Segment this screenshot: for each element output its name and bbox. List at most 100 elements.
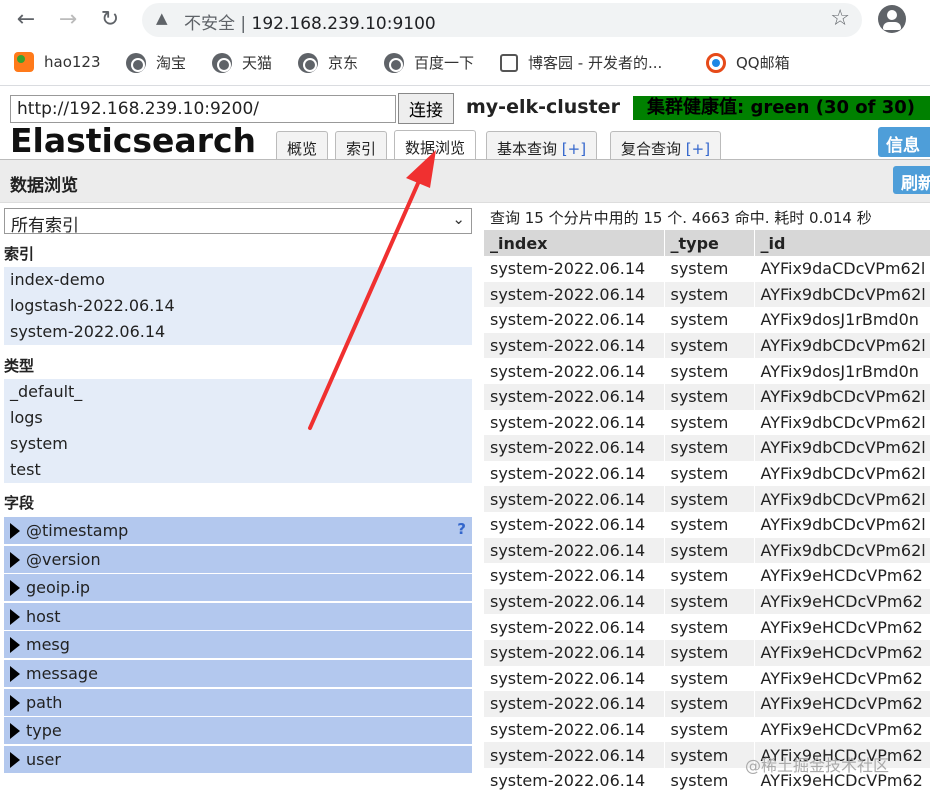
index-item[interactable]: system-2022.06.14 xyxy=(4,319,472,345)
table-row[interactable]: system-2022.06.14 system AYFix9eHCDcVPm62 xyxy=(484,716,930,743)
expand-triangle-icon[interactable] xyxy=(10,637,20,654)
bookmark-baidu[interactable]: 百度一下 xyxy=(384,52,474,73)
table-cell: AYFix9eHCDcVPm62 xyxy=(754,665,930,692)
refresh-button[interactable]: 刷新 xyxy=(893,166,930,194)
bookmark-star-icon[interactable]: ☆ xyxy=(830,6,850,31)
tab-indices[interactable]: 索引 xyxy=(335,131,388,159)
security-label: 不安全 xyxy=(184,14,235,34)
expand-triangle-icon[interactable] xyxy=(10,723,20,740)
reload-button[interactable]: ↻ xyxy=(96,6,124,34)
info-button[interactable]: 信息 xyxy=(878,127,930,157)
bookmark-qqmail[interactable]: QQ邮箱 xyxy=(706,52,790,73)
table-cell: system xyxy=(664,460,755,487)
bookmark-taobao[interactable]: 淘宝 xyxy=(126,52,186,73)
field-item[interactable]: geoip.ip xyxy=(4,574,472,602)
warning-icon: ▲ xyxy=(156,9,168,27)
field-item[interactable]: path xyxy=(4,688,472,716)
expand-triangle-icon[interactable] xyxy=(10,580,20,597)
address-text: 不安全 | 192.168.239.10:9100 xyxy=(184,9,436,34)
expand-triangle-icon[interactable] xyxy=(10,666,20,682)
index-item[interactable]: logstash-2022.06.14 xyxy=(4,293,472,319)
table-row[interactable]: system-2022.06.14 system AYFix9eHCDcVPm62 xyxy=(484,614,930,640)
table-row[interactable]: system-2022.06.14 system AYFix9dosJ1rBmd0n xyxy=(484,307,930,333)
index-select[interactable]: 所有索引 ⌄ xyxy=(4,208,472,236)
table-row[interactable]: system-2022.06.14 system AYFix9eHCDcVPm62 xyxy=(484,639,930,666)
bookmark-tmall[interactable]: 天猫 xyxy=(212,52,272,73)
table-cell: system xyxy=(664,742,755,768)
bookmark-hao123[interactable]: hao123 xyxy=(14,52,101,72)
field-item[interactable]: host xyxy=(4,602,472,630)
section-title: 数据浏览 xyxy=(10,176,78,196)
field-item[interactable]: mesg xyxy=(4,631,472,659)
tab-basic-query[interactable]: 基本查询 [+] xyxy=(486,131,598,159)
table-cell: AYFix9eHCDcVPm62 xyxy=(754,691,930,717)
back-button[interactable]: ← xyxy=(12,6,40,34)
table-row[interactable]: system-2022.06.14 system AYFix9eHCDcVPm62 xyxy=(484,691,930,717)
expand-triangle-icon[interactable] xyxy=(10,608,20,625)
table-cell: system-2022.06.14 xyxy=(484,256,665,282)
field-item[interactable]: user xyxy=(4,745,472,773)
field-item[interactable]: @version xyxy=(4,545,472,573)
expand-triangle-icon[interactable] xyxy=(10,751,20,768)
field-name: @version xyxy=(26,549,101,569)
fields-title: 字段 xyxy=(4,494,35,512)
table-cell: system-2022.06.14 xyxy=(484,716,665,743)
bookmark-label: QQ邮箱 xyxy=(736,54,790,72)
table-row[interactable]: system-2022.06.14 system AYFix9eHCDcVPm62 xyxy=(484,665,930,692)
table-row[interactable]: system-2022.06.14 system AYFix9dbCDcVPm62l xyxy=(484,281,930,308)
field-name: mesg xyxy=(26,635,70,655)
column-header[interactable]: _index xyxy=(484,230,665,256)
expand-triangle-icon[interactable] xyxy=(10,551,20,568)
table-row[interactable]: system-2022.06.14 system AYFix9dosJ1rBmd0n xyxy=(484,358,930,384)
table-cell: AYFix9dbCDcVPm62l xyxy=(754,486,930,512)
tab-overview[interactable]: 概览 xyxy=(276,131,329,159)
help-icon[interactable]: ? xyxy=(457,520,466,538)
table-row[interactable]: system-2022.06.14 system AYFix9eHCDcVPm62 xyxy=(484,563,930,589)
chevron-down-icon: ⌄ xyxy=(452,210,465,228)
field-item[interactable]: type xyxy=(4,717,472,745)
address-bar[interactable]: ▲ 不安全 | 192.168.239.10:9100 ☆ xyxy=(142,3,862,37)
globe-icon xyxy=(298,52,318,73)
table-cell: system xyxy=(664,537,755,564)
field-item[interactable]: message xyxy=(4,660,472,687)
table-row[interactable]: system-2022.06.14 system AYFix9daCDcVPm62l xyxy=(484,256,930,282)
table-row[interactable]: system-2022.06.14 system AYFix9dbCDcVPm62l xyxy=(484,460,930,487)
table-row[interactable]: system-2022.06.14 system AYFix9dbCDcVPm62l xyxy=(484,383,930,410)
bookmark-label: 京东 xyxy=(328,54,359,72)
table-row[interactable]: system-2022.06.14 system AYFix9dbCDcVPm62l xyxy=(484,435,930,461)
profile-icon[interactable] xyxy=(878,5,906,33)
table-row[interactable]: system-2022.06.14 system AYFix9eHCDcVPm62 xyxy=(484,588,930,615)
bookmark-label: 百度一下 xyxy=(414,54,475,72)
table-row[interactable]: system-2022.06.14 system AYFix9dbCDcVPm62l xyxy=(484,537,930,564)
type-item[interactable]: _default_ xyxy=(4,379,472,405)
expand-triangle-icon[interactable] xyxy=(10,694,20,711)
tab-data-browse[interactable]: 数据浏览 xyxy=(394,130,477,160)
bookmark-jd[interactable]: 京东 xyxy=(298,52,358,73)
type-item[interactable]: test xyxy=(4,457,472,483)
tab-label: 基本查询 xyxy=(497,140,558,158)
table-row[interactable]: system-2022.06.14 system AYFix9dbCDcVPm62l xyxy=(484,332,930,359)
column-header[interactable]: _id xyxy=(754,230,930,256)
column-header[interactable]: _type xyxy=(664,230,755,256)
cluster-url-input[interactable] xyxy=(10,95,396,123)
bookmark-cnblogs[interactable]: 博客园 - 开发者的... xyxy=(500,52,662,73)
forward-button[interactable]: → xyxy=(54,6,82,34)
table-cell: system xyxy=(664,588,755,615)
tab-compound-query[interactable]: 复合查询 [+] xyxy=(610,131,722,159)
table-cell: AYFix9dbCDcVPm62l xyxy=(754,409,930,436)
table-cell: system-2022.06.14 xyxy=(484,691,665,717)
expand-triangle-icon[interactable] xyxy=(10,523,20,539)
table-row[interactable]: system-2022.06.14 system AYFix9dbCDcVPm62l xyxy=(484,511,930,538)
field-item[interactable]: @timestamp? xyxy=(4,517,472,544)
index-item[interactable]: index-demo xyxy=(4,267,472,293)
results-table-container[interactable]: _index _type _id system-2022.06.14 system… xyxy=(484,230,930,796)
type-item[interactable]: system xyxy=(4,431,472,457)
url-separator: | xyxy=(240,14,247,34)
table-row[interactable]: system-2022.06.14 system AYFix9dbCDcVPm62l xyxy=(484,409,930,436)
table-row[interactable]: system-2022.06.14 system AYFix9dbCDcVPm62l xyxy=(484,486,930,512)
connect-button[interactable]: 连接 xyxy=(398,93,454,124)
result-summary: 查询 15 个分片中用的 15 个. 4663 命中. 耗时 0.014 秒 xyxy=(490,209,872,227)
table-cell: AYFix9dbCDcVPm62l xyxy=(754,511,930,538)
index-select-value: 所有索引 xyxy=(11,216,79,236)
type-item[interactable]: logs xyxy=(4,405,472,431)
